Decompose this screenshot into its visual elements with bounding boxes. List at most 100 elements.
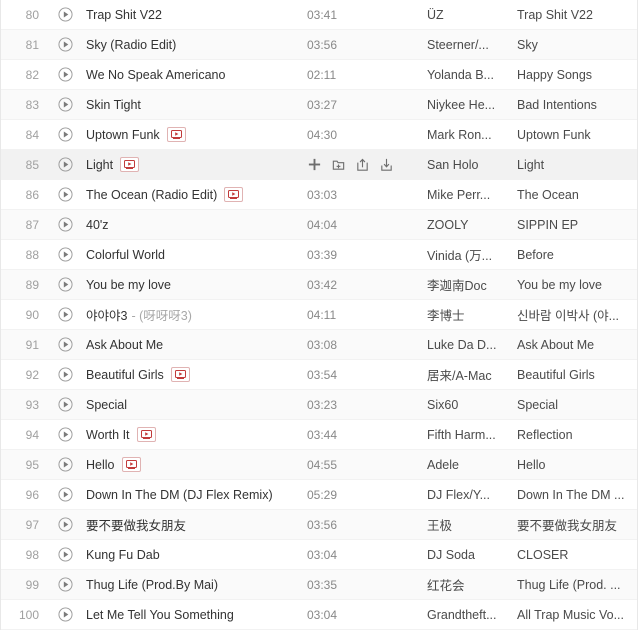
play-circle-icon[interactable]: [49, 157, 81, 172]
mv-badge-icon[interactable]: [170, 367, 190, 382]
track-album[interactable]: CLOSER: [517, 548, 637, 562]
track-artist[interactable]: 居来/A-Mac: [427, 365, 517, 384]
add-icon[interactable]: [307, 157, 322, 172]
track-title[interactable]: Sky (Radio Edit): [86, 38, 176, 52]
mv-badge-icon[interactable]: [166, 127, 186, 142]
track-title[interactable]: 40'z: [86, 218, 109, 232]
table-row[interactable]: 96 Down In The DM (DJ Flex Remix) 05:29 DJ …: [1, 480, 637, 510]
track-title-cell[interactable]: Colorful World: [81, 248, 307, 262]
table-row[interactable]: 90 야야야3 - (呀呀呀3) 04:11 李博士 신바람 이박사 (야...: [1, 300, 637, 330]
play-circle-icon[interactable]: [49, 247, 81, 262]
track-album[interactable]: Thug Life (Prod. ...: [517, 578, 637, 592]
play-circle-icon[interactable]: [49, 577, 81, 592]
track-title-cell[interactable]: Sky (Radio Edit): [81, 38, 307, 52]
track-artist[interactable]: Yolanda B...: [427, 68, 517, 82]
track-title[interactable]: Hello: [86, 458, 115, 472]
track-album[interactable]: Sky: [517, 38, 637, 52]
play-circle-icon[interactable]: [49, 607, 81, 622]
track-album[interactable]: 신바람 이박사 (야...: [517, 305, 637, 324]
table-row[interactable]: 89 You be my love 03:42 李迦南Doc You be my lov…: [1, 270, 637, 300]
track-title-cell[interactable]: Beautiful Girls: [81, 367, 307, 382]
track-album[interactable]: Bad Intentions: [517, 98, 637, 112]
track-title-cell[interactable]: Let Me Tell You Something: [81, 608, 307, 622]
track-artist[interactable]: San Holo: [427, 158, 517, 172]
track-title[interactable]: Worth It: [86, 428, 130, 442]
play-circle-icon[interactable]: [49, 187, 81, 202]
track-artist[interactable]: Mike Perr...: [427, 188, 517, 202]
track-album[interactable]: You be my love: [517, 278, 637, 292]
track-title-cell[interactable]: 要不要做我女朋友: [81, 515, 307, 534]
play-circle-icon[interactable]: [49, 37, 81, 52]
track-artist[interactable]: ÜZ: [427, 8, 517, 22]
table-row[interactable]: 87 40'z 04:04 ZOOLY SIPPIN EP: [1, 210, 637, 240]
mv-badge-icon[interactable]: [120, 157, 140, 172]
table-row[interactable]: 97 要不要做我女朋友 03:56 王极 要不要做我女朋友: [1, 510, 637, 540]
track-album[interactable]: Happy Songs: [517, 68, 637, 82]
track-title[interactable]: Trap Shit V22: [86, 8, 162, 22]
table-row[interactable]: 81 Sky (Radio Edit) 03:56 Steerner/... Sky: [1, 30, 637, 60]
play-circle-icon[interactable]: [49, 127, 81, 142]
mv-badge-icon[interactable]: [136, 427, 156, 442]
play-circle-icon[interactable]: [49, 97, 81, 112]
track-artist[interactable]: Mark Ron...: [427, 128, 517, 142]
table-row[interactable]: 91 Ask About Me 03:08 Luke Da D... Ask About…: [1, 330, 637, 360]
table-row[interactable]: 95 Hello 04:55 Adele Hello: [1, 450, 637, 480]
track-title[interactable]: The Ocean (Radio Edit): [86, 188, 217, 202]
play-circle-icon[interactable]: [49, 367, 81, 382]
track-title[interactable]: Thug Life (Prod.By Mai): [86, 578, 218, 592]
track-artist[interactable]: 红花会: [427, 575, 517, 594]
track-artist[interactable]: Fifth Harm...: [427, 428, 517, 442]
track-album[interactable]: SIPPIN EP: [517, 218, 637, 232]
track-artist[interactable]: Six60: [427, 398, 517, 412]
play-circle-icon[interactable]: [49, 217, 81, 232]
track-album[interactable]: Special: [517, 398, 637, 412]
track-album[interactable]: 要不要做我女朋友: [517, 515, 637, 534]
track-album[interactable]: Ask About Me: [517, 338, 637, 352]
track-title[interactable]: Uptown Funk: [86, 128, 160, 142]
track-album[interactable]: Light: [517, 158, 637, 172]
track-artist[interactable]: Vinida (万...: [427, 245, 517, 264]
track-title-cell[interactable]: 야야야3 - (呀呀呀3): [81, 305, 307, 324]
track-artist[interactable]: Niykee He...: [427, 98, 517, 112]
play-circle-icon[interactable]: [49, 517, 81, 532]
track-album[interactable]: Beautiful Girls: [517, 368, 637, 382]
track-title[interactable]: Let Me Tell You Something: [86, 608, 234, 622]
track-title[interactable]: Colorful World: [86, 248, 165, 262]
play-circle-icon[interactable]: [49, 277, 81, 292]
track-artist[interactable]: DJ Flex/Y...: [427, 488, 517, 502]
track-artist[interactable]: Steerner/...: [427, 38, 517, 52]
table-row[interactable]: 86 The Ocean (Radio Edit) 03:03 Mike Perr..…: [1, 180, 637, 210]
track-album[interactable]: Hello: [517, 458, 637, 472]
table-row[interactable]: 99 Thug Life (Prod.By Mai) 03:35 红花会 Thug Li…: [1, 570, 637, 600]
track-album[interactable]: Down In The DM ...: [517, 488, 637, 502]
track-album[interactable]: Uptown Funk: [517, 128, 637, 142]
track-title-cell[interactable]: Special: [81, 398, 307, 412]
track-title[interactable]: 要不要做我女朋友: [86, 515, 186, 534]
table-row[interactable]: 100 Let Me Tell You Something 03:04 Grandth…: [1, 600, 637, 630]
track-album[interactable]: All Trap Music Vo...: [517, 608, 637, 622]
track-artist[interactable]: Adele: [427, 458, 517, 472]
play-circle-icon[interactable]: [49, 457, 81, 472]
table-row[interactable]: 98 Kung Fu Dab 03:04 DJ Soda CLOSER: [1, 540, 637, 570]
track-title-cell[interactable]: Uptown Funk: [81, 127, 307, 142]
table-row[interactable]: 83 Skin Tight 03:27 Niykee He... Bad Intenti…: [1, 90, 637, 120]
table-row[interactable]: 82 We No Speak Americano 02:11 Yolanda B...…: [1, 60, 637, 90]
mv-badge-icon[interactable]: [224, 187, 244, 202]
add-to-playlist-icon[interactable]: [331, 157, 346, 172]
track-title[interactable]: Special: [86, 398, 127, 412]
track-artist[interactable]: 王极: [427, 515, 517, 534]
track-title-cell[interactable]: Trap Shit V22: [81, 8, 307, 22]
track-artist[interactable]: Luke Da D...: [427, 338, 517, 352]
track-title[interactable]: Skin Tight: [86, 98, 141, 112]
table-row[interactable]: 84 Uptown Funk 04:30 Mark Ron... Uptown Funk: [1, 120, 637, 150]
track-title-cell[interactable]: The Ocean (Radio Edit): [81, 187, 307, 202]
track-album[interactable]: Reflection: [517, 428, 637, 442]
table-row[interactable]: 88 Colorful World 03:39 Vinida (万... Before: [1, 240, 637, 270]
download-icon[interactable]: [379, 157, 394, 172]
track-title[interactable]: Light: [86, 158, 113, 172]
play-circle-icon[interactable]: [49, 7, 81, 22]
track-title[interactable]: 야야야3: [86, 305, 127, 324]
track-album[interactable]: The Ocean: [517, 188, 637, 202]
track-title[interactable]: Ask About Me: [86, 338, 163, 352]
table-row[interactable]: 85 Light San Holo Light: [1, 150, 637, 180]
